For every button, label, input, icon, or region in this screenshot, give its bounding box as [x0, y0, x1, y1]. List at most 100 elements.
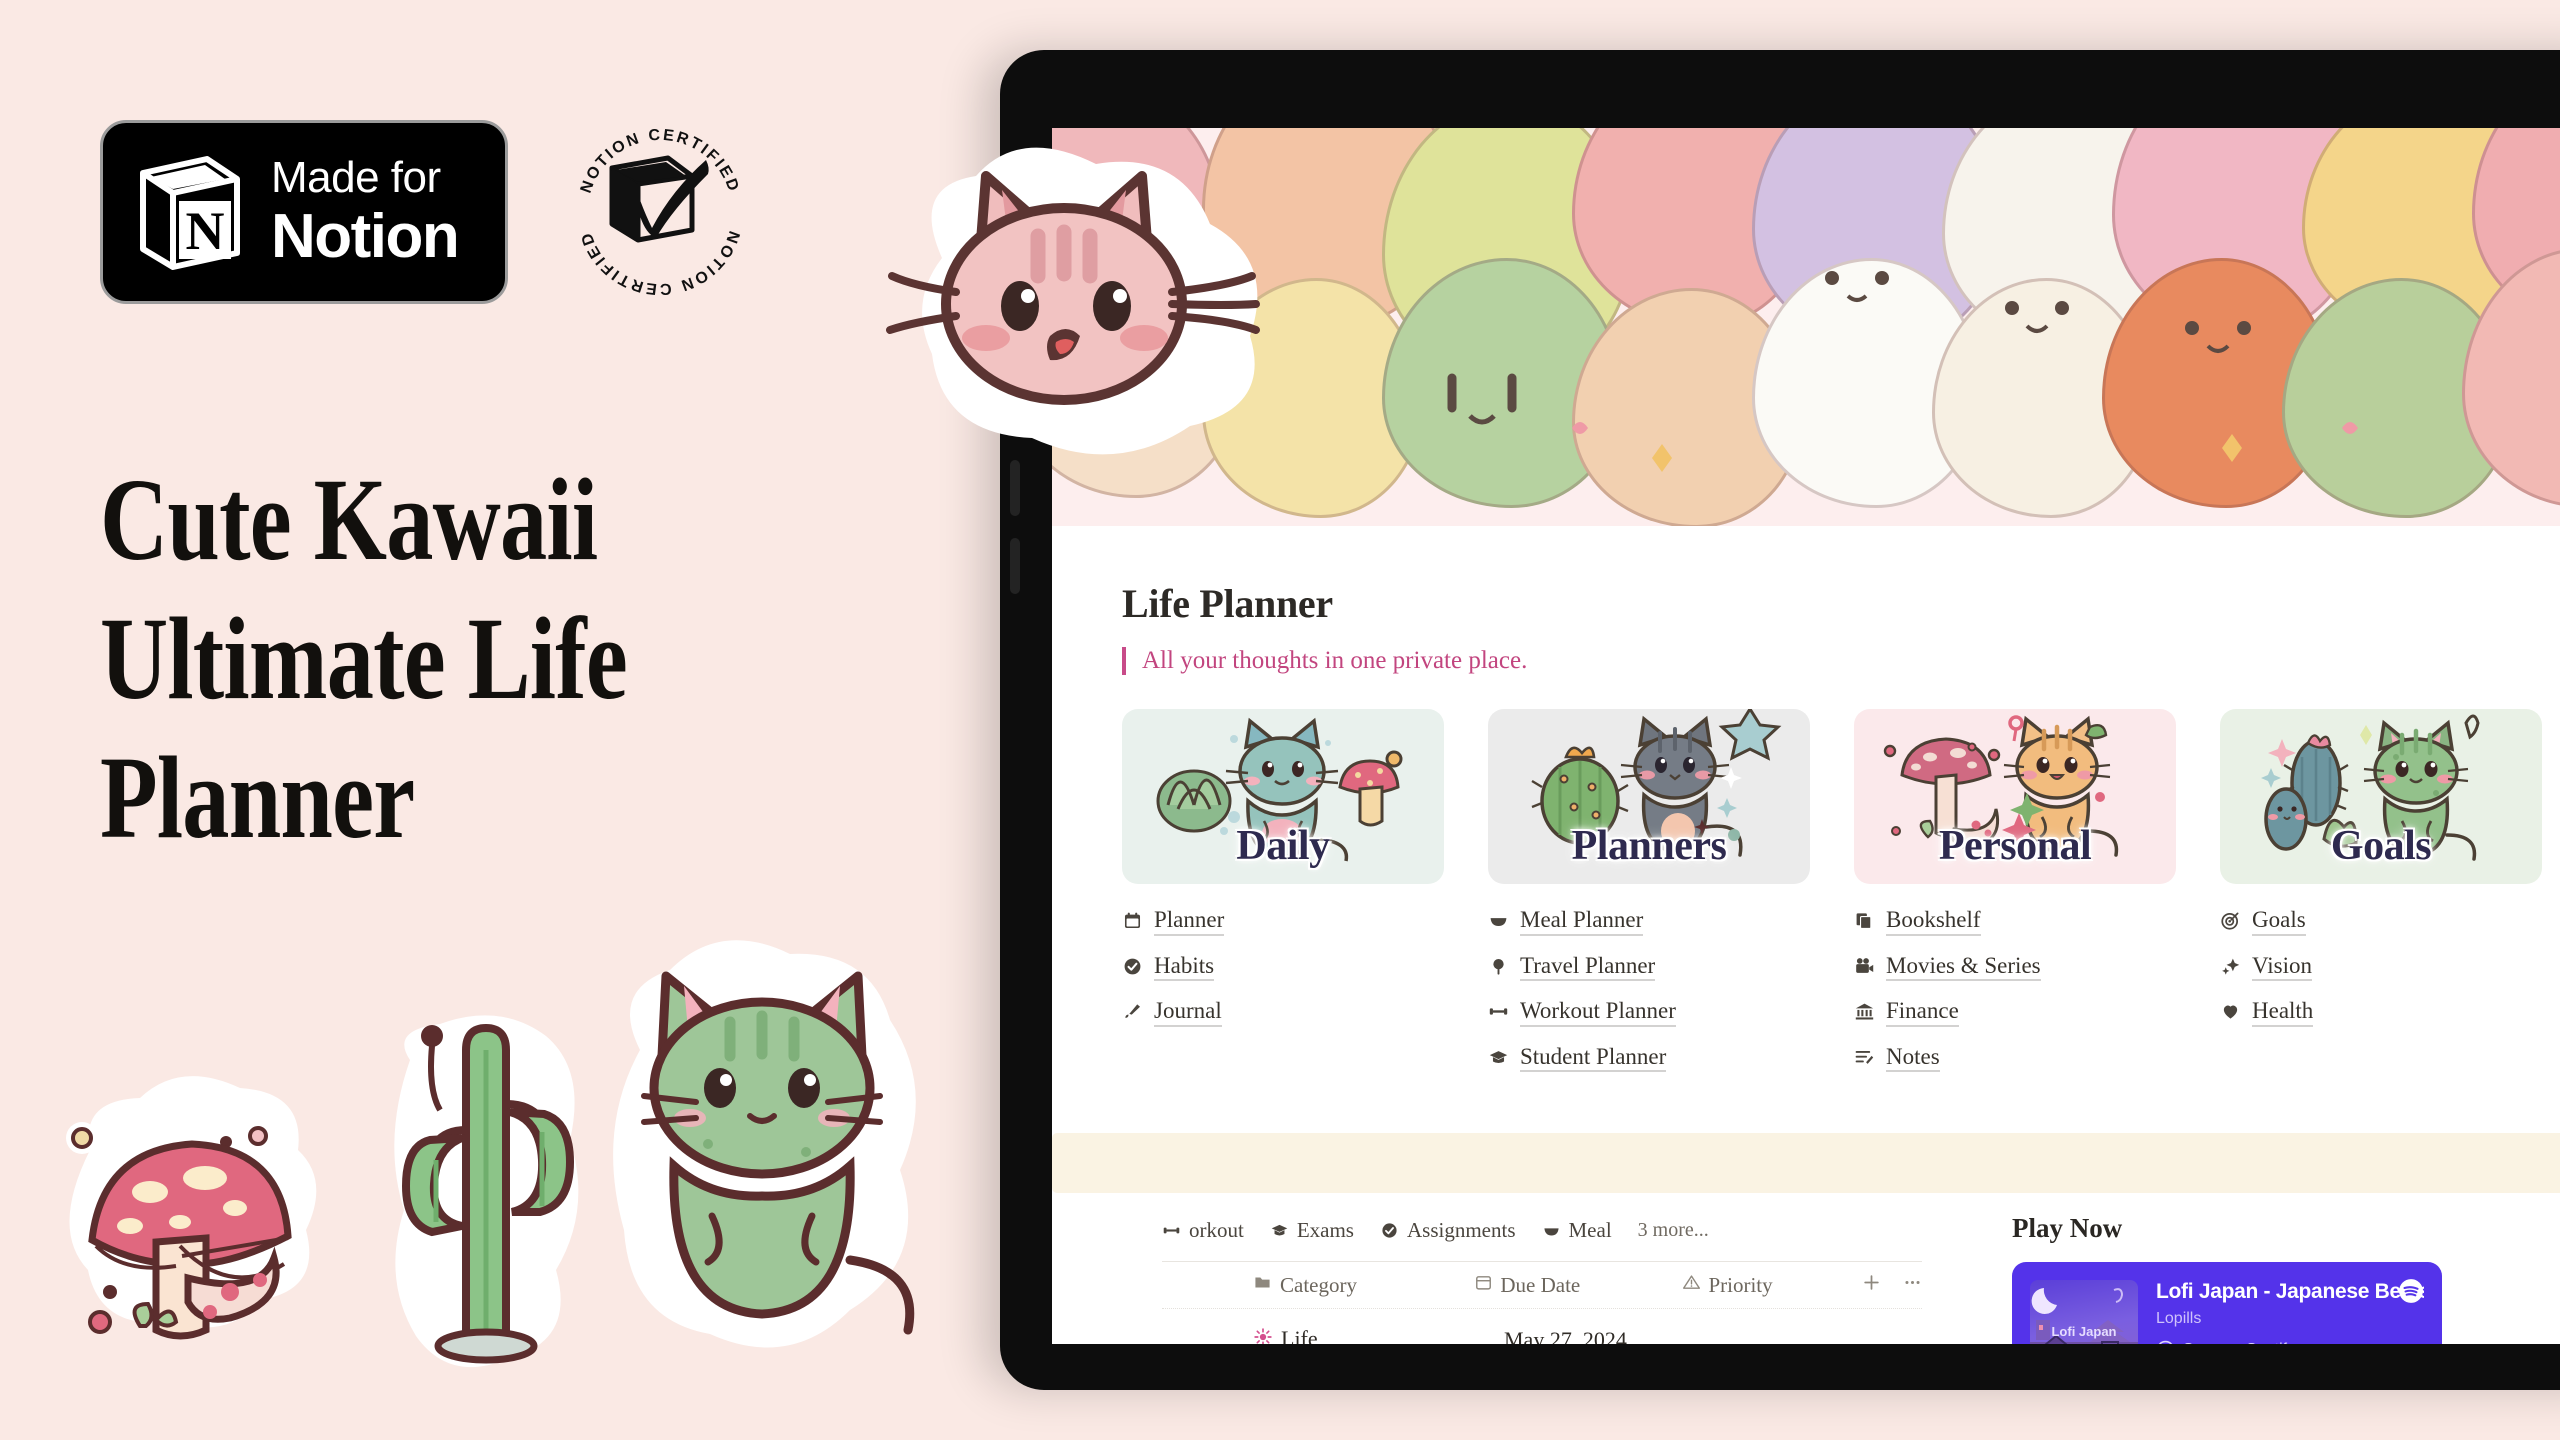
table-row[interactable]: Life May 27, 2024 — [1162, 1308, 1922, 1344]
notion-page-content: Life Planner All your thoughts in one pr… — [1052, 526, 2560, 1088]
link-meal-planner[interactable]: Meal Planner — [1488, 906, 1810, 936]
lower-section: orkout Exams Assignments Meal 3 more... … — [1052, 1213, 2560, 1344]
card-goals-art: Goals — [2220, 709, 2542, 884]
card-personal: Personal Bookshelf Movies & Series Finan… — [1854, 709, 2176, 1088]
calendar-icon — [1475, 1274, 1492, 1296]
tab-workout[interactable]: orkout — [1162, 1218, 1244, 1243]
spotify-embed[interactable]: Lofi Japan Lofi Japan - Japanese Beats 🇯… — [2012, 1262, 2442, 1344]
save-on-spotify-label: Save on Spotify — [2183, 1341, 2295, 1345]
header-category[interactable]: Category — [1254, 1273, 1475, 1298]
link-vision[interactable]: Vision — [2220, 952, 2542, 982]
badge-line-2: Notion — [271, 202, 460, 271]
card-planners-art: Planners — [1488, 709, 1810, 884]
ellipsis-icon[interactable] — [1903, 1273, 1922, 1297]
cactus-sticker — [394, 1015, 579, 1368]
made-for-notion-badge[interactable]: N Made for Notion — [100, 120, 508, 304]
notion-certified-badge[interactable]: NOTION CERTIFIED NOTION CERTIFIED — [560, 112, 760, 312]
album-art: Lofi Japan — [2030, 1280, 2138, 1344]
pink-cat-head-sticker — [886, 147, 1260, 455]
svg-text:N: N — [186, 201, 225, 261]
tabs-more-button[interactable]: 3 more... — [1638, 1219, 1709, 1242]
link-vision-label: Vision — [2252, 952, 2312, 982]
brush-icon — [1122, 1001, 1143, 1022]
track-info: Lofi Japan - Japanese Beats 🇯🇵 Lopills S… — [2156, 1280, 2424, 1344]
graduation-cap-icon — [1488, 1047, 1509, 1068]
cell-category[interactable]: Life — [1254, 1326, 1504, 1345]
table-header-row: Category Due Date Priority — [1162, 1262, 1922, 1308]
cell-category-label: Life — [1281, 1326, 1318, 1345]
link-notes[interactable]: Notes — [1854, 1043, 2176, 1073]
bank-icon — [1854, 1001, 1875, 1022]
link-student-planner-label: Student Planner — [1520, 1043, 1667, 1073]
tab-assignments[interactable]: Assignments — [1380, 1218, 1516, 1243]
tab-exams[interactable]: Exams — [1270, 1218, 1354, 1243]
card-goals-label: Goals — [2330, 823, 2432, 869]
card-planners-label: Planners — [1571, 823, 1727, 869]
link-meal-planner-label: Meal Planner — [1520, 906, 1644, 936]
header-category-label: Category — [1280, 1272, 1357, 1297]
link-health[interactable]: Health — [2220, 997, 2542, 1027]
sparkles-icon — [2220, 956, 2241, 977]
link-student-planner[interactable]: Student Planner — [1488, 1043, 1810, 1073]
database-view-tabs: orkout Exams Assignments Meal 3 more... — [1162, 1213, 1982, 1247]
tablet-volume-down-button[interactable] — [1010, 538, 1020, 594]
check-badge-icon — [1380, 1221, 1399, 1240]
tab-workout-label: orkout — [1189, 1217, 1244, 1242]
link-habits[interactable]: Habits — [1122, 952, 1444, 982]
notion-certified-icon: NOTION CERTIFIED NOTION CERTIFIED — [578, 127, 740, 298]
books-icon — [1854, 910, 1875, 931]
link-finance[interactable]: Finance — [1854, 997, 2176, 1027]
callout-band — [1052, 1133, 2560, 1193]
link-travel-planner[interactable]: Travel Planner — [1488, 952, 1810, 982]
link-habits-label: Habits — [1154, 952, 1215, 982]
header-due-date-label: Due Date — [1500, 1272, 1581, 1297]
notion-badge-text: Made for Notion — [271, 153, 460, 271]
tab-meal-label: Meal — [1568, 1217, 1612, 1242]
notion-page-title: Life Planner — [1122, 581, 1333, 626]
green-cat-sticker — [613, 940, 916, 1348]
tab-exams-label: Exams — [1296, 1217, 1354, 1242]
category-card-grid: Daily Planner Habits Journal Planners Me… — [1122, 709, 2550, 1088]
film-camera-icon — [1854, 956, 1875, 977]
card-planners: Planners Meal Planner Travel Planner Wor… — [1488, 709, 1810, 1088]
header-due-date[interactable]: Due Date — [1475, 1273, 1683, 1298]
header-priority[interactable]: Priority — [1683, 1273, 1834, 1298]
spotify-icon[interactable] — [2398, 1278, 2424, 1309]
link-movies-series[interactable]: Movies & Series — [1854, 952, 2176, 982]
album-art-label: Lofi Japan — [2051, 1324, 2117, 1339]
card-personal-art: Personal — [1854, 709, 2176, 884]
link-goals[interactable]: Goals — [2220, 906, 2542, 936]
card-goals-links: Goals Vision Health — [2220, 906, 2542, 1027]
link-workout-planner-label: Workout Planner — [1520, 997, 1676, 1027]
link-journal[interactable]: Journal — [1122, 997, 1444, 1027]
page-title: Cute Kawaii Ultimate Life Planner — [100, 450, 740, 868]
database-area: orkout Exams Assignments Meal 3 more... … — [1052, 1213, 1982, 1344]
tab-meal[interactable]: Meal — [1542, 1218, 1612, 1243]
link-planner[interactable]: Planner — [1122, 906, 1444, 936]
plus-icon[interactable] — [1862, 1273, 1881, 1297]
heart-icon — [2220, 1001, 2241, 1022]
save-on-spotify-button[interactable]: Save on Spotify — [2156, 1340, 2424, 1344]
card-personal-label: Personal — [1938, 823, 2092, 869]
link-workout-planner[interactable]: Workout Planner — [1488, 997, 1810, 1027]
card-goals: Goals Goals Vision Health — [2220, 709, 2542, 1088]
link-journal-label: Journal — [1154, 997, 1222, 1027]
link-health-label: Health — [2252, 997, 2314, 1027]
notion-cube-icon: N — [140, 156, 240, 270]
notes-icon — [1854, 1047, 1875, 1068]
cell-due-date: May 27, 2024 — [1504, 1326, 1627, 1345]
track-artist: Lopills — [2156, 1310, 2202, 1327]
badge-line-1: Made for — [271, 153, 441, 202]
target-icon — [2220, 910, 2241, 931]
map-pin-icon — [1488, 956, 1509, 977]
link-bookshelf[interactable]: Bookshelf — [1854, 906, 2176, 936]
table-tools — [1862, 1273, 1922, 1297]
plus-circle-icon — [2158, 1340, 2173, 1344]
card-daily-links: Planner Habits Journal — [1122, 906, 1444, 1027]
sun-icon — [1254, 1328, 1272, 1344]
link-notes-label: Notes — [1886, 1043, 1940, 1073]
mushroom-sticker — [66, 1076, 317, 1340]
tab-assignments-label: Assignments — [1406, 1217, 1516, 1242]
badge-row: N Made for Notion NOTION CERTIFIED NOTIO… — [100, 112, 760, 312]
warning-icon — [1683, 1274, 1701, 1296]
